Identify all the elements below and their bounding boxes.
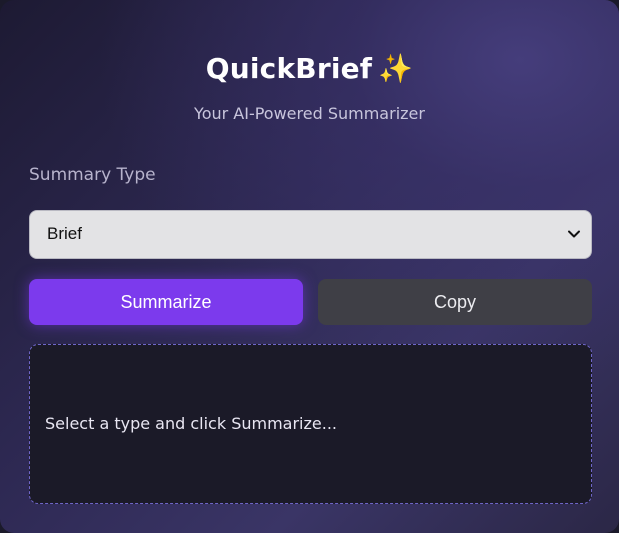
summary-type-selected-value: Brief (47, 224, 82, 243)
chevron-down-icon (568, 230, 580, 238)
summary-type-label: Summary Type (29, 165, 156, 185)
summary-output-placeholder: Select a type and click Summarize... (45, 414, 337, 433)
app-title: QuickBrief ✨ (0, 52, 619, 85)
summarize-button[interactable]: Summarize (29, 279, 303, 325)
copy-button[interactable]: Copy (318, 279, 592, 325)
summary-type-select[interactable]: Brief (29, 210, 592, 259)
quickbrief-popup: QuickBrief ✨ Your AI-Powered Summarizer S… (0, 0, 619, 533)
sparkles-icon: ✨ (378, 52, 414, 85)
app-subtitle: Your AI-Powered Summarizer (194, 104, 425, 123)
summary-output-area: Select a type and click Summarize... (29, 344, 592, 504)
app-title-text: QuickBrief (205, 52, 373, 85)
